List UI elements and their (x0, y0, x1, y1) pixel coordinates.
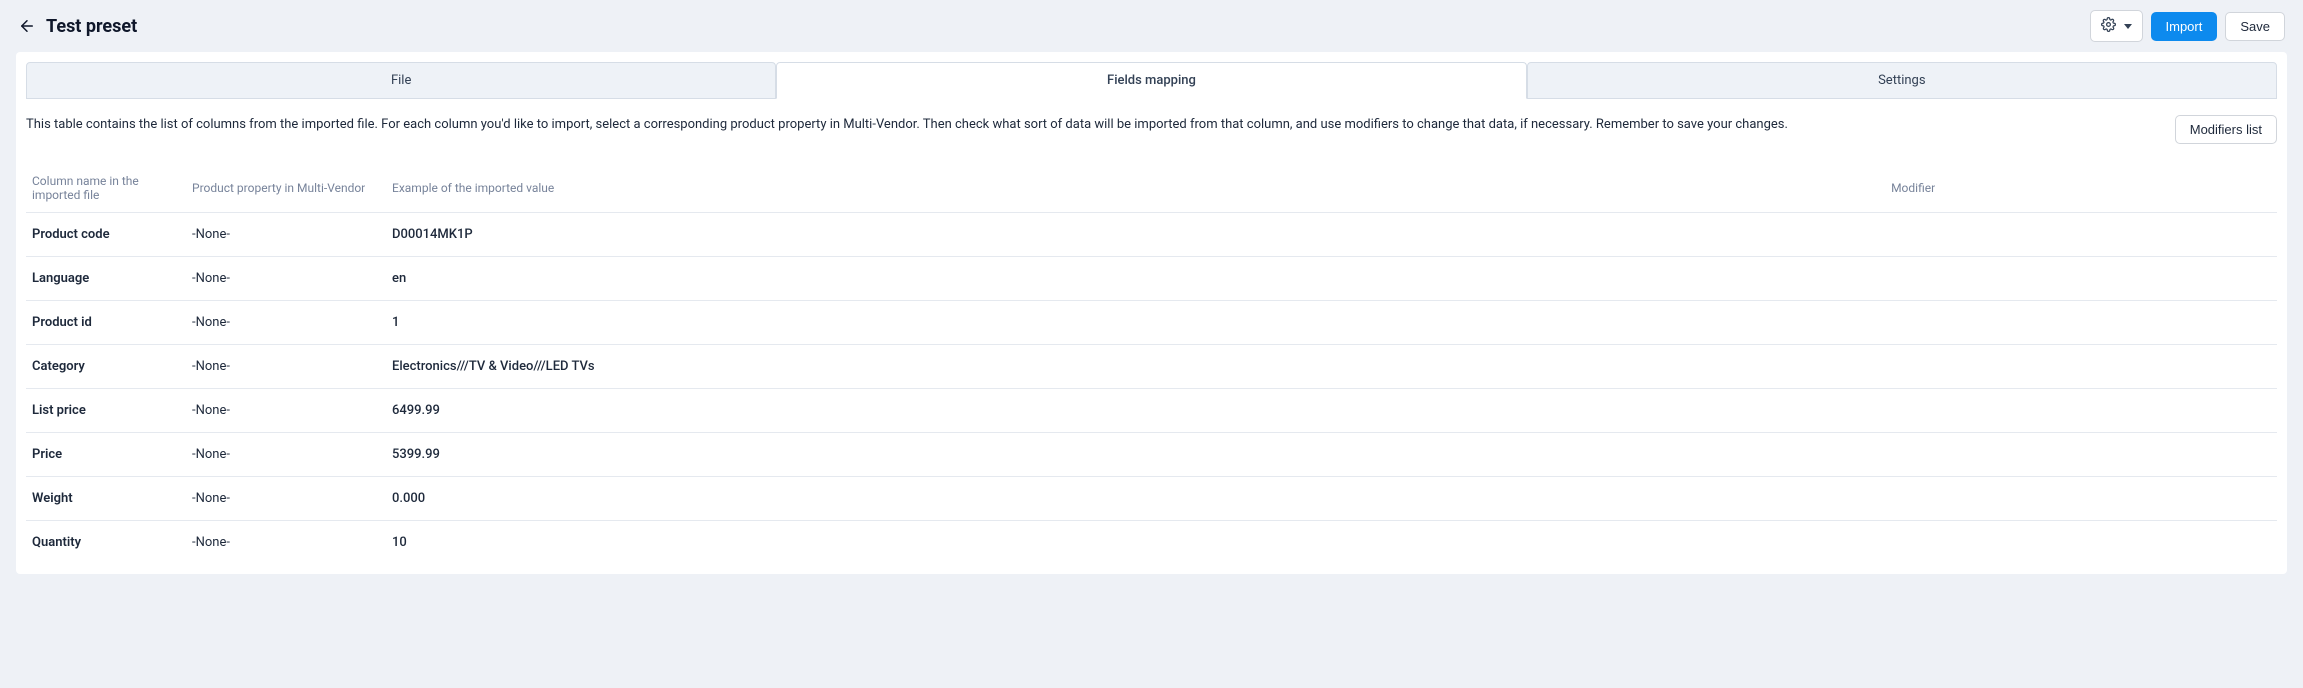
th-column-name: Column name in the imported file (26, 164, 186, 213)
cell-column-name: Weight (26, 477, 186, 521)
settings-dropdown-button[interactable] (2090, 10, 2143, 42)
modifiers-list-button[interactable]: Modifiers list (2175, 115, 2277, 144)
table-row: Quantity-None-10 (26, 521, 2277, 565)
chevron-down-icon (2124, 24, 2132, 29)
tab-fields-mapping[interactable]: Fields mapping (776, 62, 1526, 99)
table-row: Weight-None-0.000 (26, 477, 2277, 521)
cell-modifier[interactable] (1885, 433, 2277, 477)
info-text: This table contains the list of columns … (26, 115, 2157, 135)
cell-product-property[interactable]: -None- (186, 257, 386, 301)
cell-product-property[interactable]: -None- (186, 389, 386, 433)
cell-column-name: List price (26, 389, 186, 433)
cell-example-value: 10 (386, 521, 1885, 565)
header-actions: Import Save (2090, 10, 2285, 42)
back-arrow-icon[interactable] (18, 17, 36, 35)
table-row: Category-None-Electronics///TV & Video//… (26, 345, 2277, 389)
cell-product-property[interactable]: -None- (186, 477, 386, 521)
cell-modifier[interactable] (1885, 521, 2277, 565)
cell-product-property[interactable]: -None- (186, 213, 386, 257)
cell-product-property[interactable]: -None- (186, 301, 386, 345)
header-left: Test preset (18, 16, 137, 37)
cell-column-name: Quantity (26, 521, 186, 565)
th-example-value: Example of the imported value (386, 164, 1885, 213)
save-button[interactable]: Save (2225, 12, 2285, 41)
cell-column-name: Product id (26, 301, 186, 345)
tab-settings[interactable]: Settings (1527, 62, 2277, 99)
cell-column-name: Category (26, 345, 186, 389)
cell-example-value: D00014MK1P (386, 213, 1885, 257)
import-button[interactable]: Import (2151, 12, 2218, 41)
cell-modifier[interactable] (1885, 257, 2277, 301)
cell-example-value: en (386, 257, 1885, 301)
gear-icon (2101, 17, 2116, 35)
cell-modifier[interactable] (1885, 213, 2277, 257)
table-row: Price-None-5399.99 (26, 433, 2277, 477)
cell-modifier[interactable] (1885, 301, 2277, 345)
cell-modifier[interactable] (1885, 477, 2277, 521)
tab-file[interactable]: File (26, 62, 776, 99)
cell-example-value: 6499.99 (386, 389, 1885, 433)
cell-product-property[interactable]: -None- (186, 521, 386, 565)
cell-example-value: 5399.99 (386, 433, 1885, 477)
cell-column-name: Language (26, 257, 186, 301)
cell-product-property[interactable]: -None- (186, 433, 386, 477)
th-product-property: Product property in Multi-Vendor (186, 164, 386, 213)
info-bar: This table contains the list of columns … (26, 99, 2277, 164)
page-header: Test preset Import Save (0, 0, 2303, 52)
cell-modifier[interactable] (1885, 389, 2277, 433)
main-content: File Fields mapping Settings This table … (16, 52, 2287, 574)
page-title: Test preset (46, 16, 137, 37)
table-row: Product id-None-1 (26, 301, 2277, 345)
cell-column-name: Price (26, 433, 186, 477)
table-row: Product code-None-D00014MK1P (26, 213, 2277, 257)
fields-mapping-table: Column name in the imported file Product… (26, 164, 2277, 564)
th-modifier: Modifier (1885, 164, 2277, 213)
table-row: List price-None-6499.99 (26, 389, 2277, 433)
table-row: Language-None-en (26, 257, 2277, 301)
cell-example-value: 1 (386, 301, 1885, 345)
cell-example-value: Electronics///TV & Video///LED TVs (386, 345, 1885, 389)
tabs-bar: File Fields mapping Settings (26, 52, 2277, 99)
cell-column-name: Product code (26, 213, 186, 257)
cell-product-property[interactable]: -None- (186, 345, 386, 389)
cell-modifier[interactable] (1885, 345, 2277, 389)
cell-example-value: 0.000 (386, 477, 1885, 521)
